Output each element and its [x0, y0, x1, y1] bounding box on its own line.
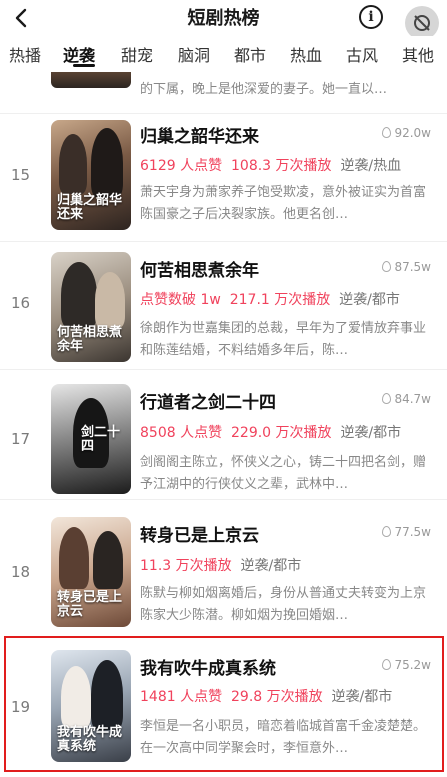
- flame-icon: [382, 659, 392, 670]
- flame-icon: [382, 261, 392, 272]
- stats-line: 11.3 万次播放 逆袭/都市: [140, 555, 301, 575]
- tab-nixi[interactable]: 逆袭: [63, 42, 95, 66]
- tab-qita[interactable]: 其他: [402, 42, 434, 66]
- plays-count: 29.8 万次播放: [231, 689, 323, 705]
- list-item[interactable]: 19 我有吹牛成真系统 我有吹牛成真系统 75.2w 1481 人点赞 29.8…: [0, 638, 447, 772]
- floating-action-icon[interactable]: [405, 6, 439, 40]
- item-description: 剑阁阁主陈立，怀侠义之心，铸二十四把名剑，赠予江湖中的行侠仗义之辈，武林中…: [140, 455, 427, 492]
- item-description: 徐朗作为世嘉集团的总裁，早年为了爱情放弃事业和陈莲结婚，不料结婚多年后，陈…: [140, 321, 427, 358]
- cover-title-text: 何苦相思煮余年: [57, 325, 123, 354]
- drama-title: 行道者之剑二十四: [140, 393, 276, 413]
- divider: [0, 499, 447, 500]
- flame-icon: [382, 526, 392, 537]
- likes-count: 1481 人点赞: [140, 689, 223, 705]
- list-item[interactable]: 17 剑二十四 行道者之剑二十四 84.7w 8508 人点赞 229.0 万次…: [0, 372, 447, 500]
- rank-number: 16: [11, 294, 31, 312]
- stats-line: 点赞数破 1w 217.1 万次播放 逆袭/都市: [140, 289, 400, 309]
- item-description: 李恒是一名小职员，暗恋着临城首富千金凌楚楚。在一次高中同学聚会时，李恒意外…: [140, 719, 427, 756]
- heat-value: 75.2w: [382, 658, 431, 672]
- genre-tags: 逆袭/都市: [331, 689, 393, 705]
- plays-count: 217.1 万次播放: [229, 292, 331, 308]
- rank-number: 15: [11, 166, 31, 184]
- likes-count: 6129 人点赞: [140, 158, 223, 174]
- genre-tags: 逆袭/都市: [340, 425, 402, 441]
- rank-number: 19: [11, 698, 31, 716]
- list-item[interactable]: 16 何苦相思煮余年 何苦相思煮余年 87.5w 点赞数破 1w 217.1 万…: [0, 242, 447, 370]
- plays-count: 108.3 万次播放: [231, 158, 332, 174]
- category-tabs: 热播 逆袭 甜宠 脑洞 都市 热血 古风 其他: [0, 36, 447, 72]
- tab-gufeng[interactable]: 古风: [346, 42, 378, 66]
- drama-title: 何苦相思煮余年: [140, 261, 259, 281]
- genre-tags: 逆袭/都市: [339, 292, 400, 308]
- item-description: 的下属，晚上是他深爱的妻子。她一直以…: [140, 82, 388, 97]
- cover-title-text: 我有吹牛成真系统: [57, 725, 123, 754]
- list-item-partial[interactable]: 的下属，晚上是他深爱的妻子。她一直以…: [0, 72, 447, 112]
- stats-line: 6129 人点赞 108.3 万次播放 逆袭/热血: [140, 155, 401, 175]
- stats-line: 1481 人点赞 29.8 万次播放 逆袭/都市: [140, 686, 392, 706]
- tab-dushi[interactable]: 都市: [234, 42, 266, 66]
- cover-title-text: 转身已是上京云: [57, 590, 123, 619]
- active-tab-indicator: [73, 64, 95, 67]
- app-header: 短剧热榜 i: [0, 0, 447, 40]
- cover-thumbnail: [51, 72, 131, 88]
- list-item[interactable]: 15 归巢之韶华还来 归巢之韶华还来 92.0w 6129 人点赞 108.3 …: [0, 114, 447, 242]
- info-icon[interactable]: i: [359, 5, 383, 29]
- heat-value: 87.5w: [382, 260, 431, 274]
- heat-value: 84.7w: [382, 392, 431, 406]
- cover-thumbnail: 转身已是上京云: [51, 517, 131, 627]
- drama-title: 转身已是上京云: [140, 526, 259, 546]
- plays-count: 11.3 万次播放: [140, 558, 232, 574]
- genre-tags: 逆袭/热血: [340, 158, 402, 174]
- drama-title: 我有吹牛成真系统: [140, 659, 276, 679]
- likes-count: 点赞数破 1w: [140, 292, 221, 308]
- heat-value: 92.0w: [382, 126, 431, 140]
- tab-rebo[interactable]: 热播: [9, 42, 41, 66]
- divider: [0, 369, 447, 370]
- tab-rexue[interactable]: 热血: [290, 42, 322, 66]
- cover-title-text: 归巢之韶华还来: [57, 193, 123, 222]
- stats-line: 8508 人点赞 229.0 万次播放 逆袭/都市: [140, 422, 401, 442]
- drama-title: 归巢之韶华还来: [140, 127, 259, 147]
- list-item[interactable]: 18 转身已是上京云 转身已是上京云 77.5w 11.3 万次播放 逆袭/都市…: [0, 505, 447, 633]
- floating-glyph-icon: [414, 15, 430, 31]
- rank-number: 17: [11, 430, 31, 448]
- item-description: 萧天宇身为萧家养子饱受欺凌，意外被证实为首富陈国豪之子后决裂家族。他更名创…: [140, 185, 427, 222]
- likes-count: 8508 人点赞: [140, 425, 223, 441]
- tab-tianchong[interactable]: 甜宠: [121, 42, 153, 66]
- cover-thumbnail: 归巢之韶华还来: [51, 120, 131, 230]
- cover-thumbnail: 剑二十四: [51, 384, 131, 494]
- cover-thumbnail: 何苦相思煮余年: [51, 252, 131, 362]
- tab-naodong[interactable]: 脑洞: [178, 42, 210, 66]
- flame-icon: [382, 393, 392, 404]
- item-description: 陈默与柳如烟离婚后，身份从普通丈夫转变为上京陈家大少陈潜。柳如烟为挽回婚姻…: [140, 586, 427, 623]
- cover-thumbnail: 我有吹牛成真系统: [51, 650, 131, 762]
- cover-title-text: 剑二十四: [81, 425, 121, 454]
- heat-value: 77.5w: [382, 525, 431, 539]
- rank-number: 18: [11, 563, 31, 581]
- flame-icon: [382, 127, 392, 138]
- genre-tags: 逆袭/都市: [240, 558, 302, 574]
- plays-count: 229.0 万次播放: [231, 425, 332, 441]
